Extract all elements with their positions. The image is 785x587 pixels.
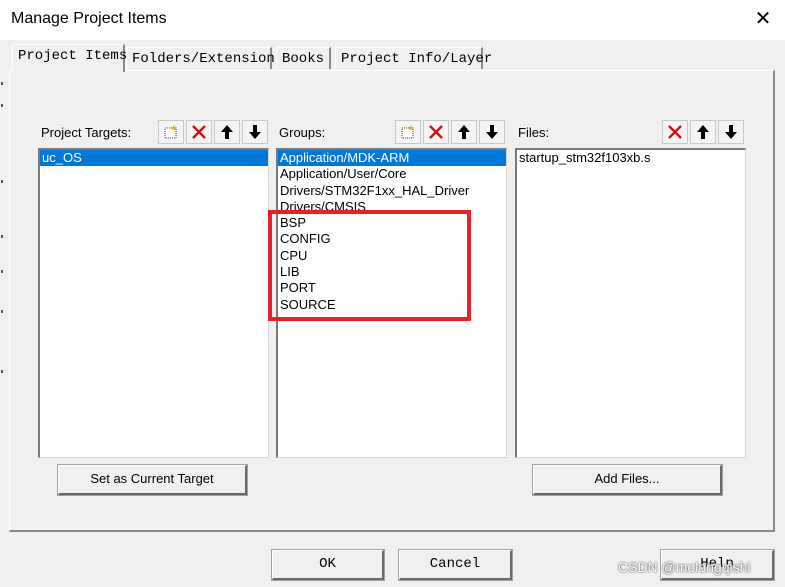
delete-icon (429, 125, 443, 139)
cancel-button[interactable]: Cancel (398, 549, 513, 581)
new-group-button[interactable] (395, 120, 421, 144)
move-target-up-button[interactable] (214, 120, 240, 144)
move-file-down-button[interactable] (718, 120, 744, 144)
delete-icon (192, 125, 206, 139)
files-label: Files: (518, 125, 550, 140)
delete-group-button[interactable] (423, 120, 449, 144)
watermark: CSDN @molongqishi (618, 559, 751, 575)
list-item[interactable]: startup_stm32f103xb.s (517, 150, 745, 166)
delete-file-button[interactable] (662, 120, 688, 144)
move-file-up-button[interactable] (690, 120, 716, 144)
project-targets-label: Project Targets: (41, 125, 132, 140)
list-item[interactable]: Application/MDK-ARM (278, 150, 506, 167)
arrow-up-icon (697, 125, 709, 139)
new-item-icon (401, 125, 414, 139)
arrow-down-icon (249, 125, 261, 139)
move-group-up-button[interactable] (451, 120, 477, 144)
arrow-up-icon (458, 125, 470, 139)
move-target-down-button[interactable] (242, 120, 268, 144)
list-item[interactable]: Drivers/STM32F1xx_HAL_Driver (278, 183, 506, 199)
arrow-down-icon (725, 125, 737, 139)
delete-target-button[interactable] (186, 120, 212, 144)
arrow-down-icon (486, 125, 498, 139)
set-as-current-target-button[interactable]: Set as Current Target (57, 464, 248, 496)
arrow-up-icon (221, 125, 233, 139)
highlight-box (268, 210, 471, 321)
delete-icon (668, 125, 682, 139)
files-list[interactable]: startup_stm32f103xb.s (515, 148, 746, 458)
project-targets-list[interactable]: uc_OS (38, 148, 269, 458)
list-item[interactable]: Application/User/Core (278, 166, 506, 182)
groups-label: Groups: (279, 125, 326, 140)
new-item-icon (164, 125, 177, 139)
list-item[interactable]: uc_OS (40, 150, 268, 167)
new-target-button[interactable] (158, 120, 184, 144)
add-files-button[interactable]: Add Files... (532, 464, 723, 496)
move-group-down-button[interactable] (479, 120, 505, 144)
ok-button[interactable]: OK (271, 549, 385, 581)
